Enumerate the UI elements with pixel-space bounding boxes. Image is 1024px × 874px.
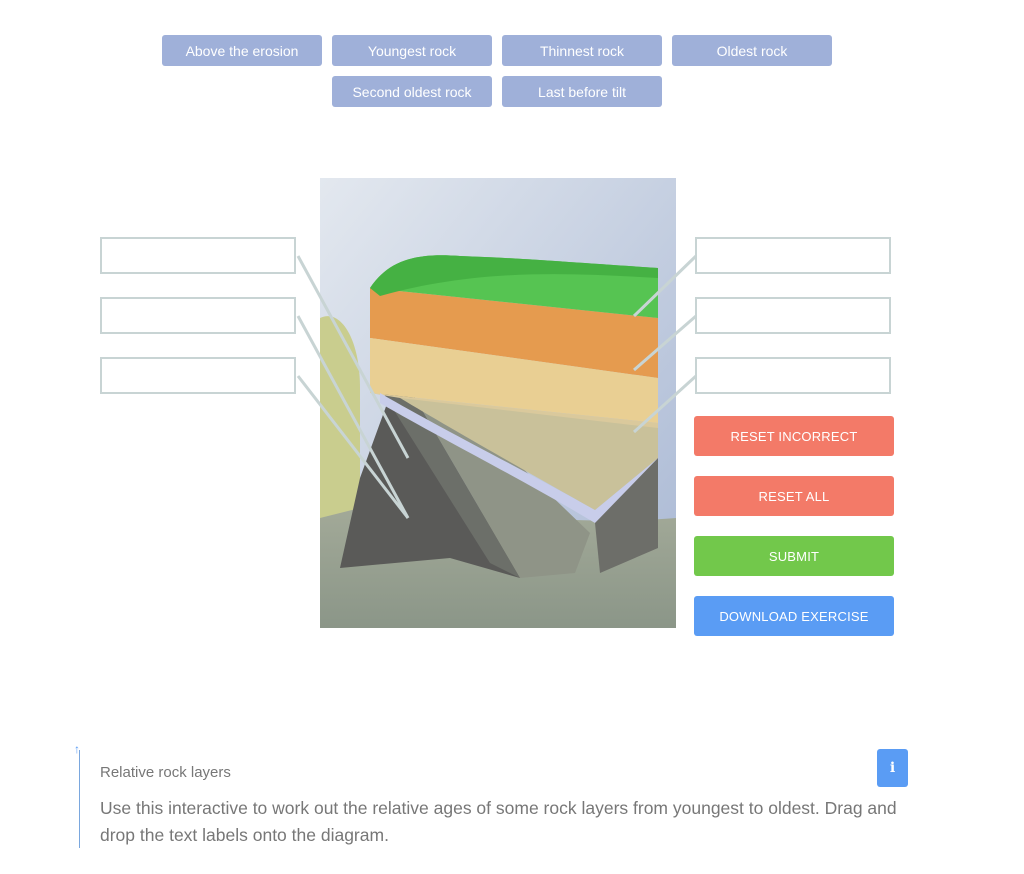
- drop-target-right-3[interactable]: [695, 357, 891, 394]
- label-chip-oldest-rock[interactable]: Oldest rock: [672, 35, 832, 66]
- hillside: [320, 316, 360, 518]
- label-chip-last-before-tilt[interactable]: Last before tilt: [502, 76, 662, 107]
- drop-target-right-2[interactable]: [695, 297, 891, 334]
- rock-layers-diagram: [320, 178, 676, 628]
- submit-button[interactable]: SUBMIT: [694, 536, 894, 576]
- info-icon[interactable]: i: [877, 749, 908, 787]
- reset-incorrect-button[interactable]: RESET INCORRECT: [694, 416, 894, 456]
- clipped-instruction-text: [140, 0, 820, 3]
- drop-target-left-2[interactable]: [100, 297, 296, 334]
- info-title: Relative rock layers: [100, 764, 231, 781]
- label-chip-second-oldest-rock[interactable]: Second oldest rock: [332, 76, 492, 107]
- drop-target-left-1[interactable]: [100, 237, 296, 274]
- label-chip-above-erosion[interactable]: Above the erosion: [162, 35, 322, 66]
- info-description: Use this interactive to work out the rel…: [100, 798, 897, 845]
- drop-target-right-1[interactable]: [695, 237, 891, 274]
- label-chip-youngest-rock[interactable]: Youngest rock: [332, 35, 492, 66]
- drop-target-left-3[interactable]: [100, 357, 296, 394]
- label-chip-thinnest-rock[interactable]: Thinnest rock: [502, 35, 662, 66]
- download-exercise-button[interactable]: DOWNLOAD EXERCISE: [694, 596, 894, 636]
- info-divider: [79, 750, 80, 848]
- reset-all-button[interactable]: RESET ALL: [694, 476, 894, 516]
